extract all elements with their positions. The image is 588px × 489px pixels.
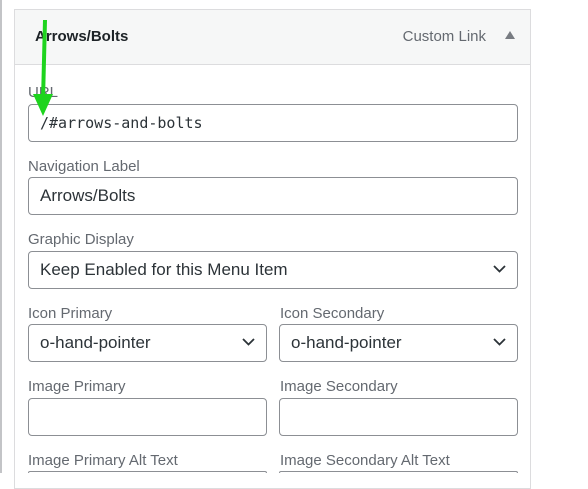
url-input[interactable]: /#arrows-and-bolts [28, 104, 518, 142]
icon-secondary-label: Icon Secondary [280, 305, 385, 322]
graphic-display-select[interactable]: Keep Enabled for this Menu Item [28, 251, 518, 289]
chevron-down-icon [242, 338, 255, 346]
image-primary-label: Image Primary [28, 378, 126, 395]
icon-primary-select[interactable]: o-hand-pointer [28, 324, 267, 362]
icon-secondary-value: o-hand-pointer [291, 333, 402, 352]
left-panel-edge [0, 0, 2, 473]
image-secondary-input[interactable] [279, 398, 518, 436]
chevron-down-icon [493, 338, 506, 346]
collapse-toggle-icon[interactable] [505, 31, 515, 39]
image-secondary-label: Image Secondary [280, 378, 398, 395]
image-primary-input[interactable] [28, 398, 267, 436]
graphic-display-label: Graphic Display [28, 231, 134, 248]
icon-primary-label: Icon Primary [28, 305, 113, 322]
navigation-label-input[interactable]: Arrows/Bolts [28, 177, 518, 215]
menu-item-header[interactable]: Arrows/Bolts Custom Link [15, 10, 530, 65]
chevron-down-icon [493, 265, 506, 273]
green-arrow-down-icon [33, 20, 53, 116]
graphic-display-value: Keep Enabled for this Menu Item [40, 260, 288, 279]
icon-secondary-select[interactable]: o-hand-pointer [279, 324, 518, 362]
navigation-label-label: Navigation Label [28, 158, 140, 175]
image-primary-alt-label: Image Primary Alt Text [28, 452, 178, 469]
image-secondary-alt-label: Image Secondary Alt Text [280, 452, 450, 469]
menu-item-type: Custom Link [402, 28, 486, 45]
icon-primary-value: o-hand-pointer [40, 333, 151, 352]
